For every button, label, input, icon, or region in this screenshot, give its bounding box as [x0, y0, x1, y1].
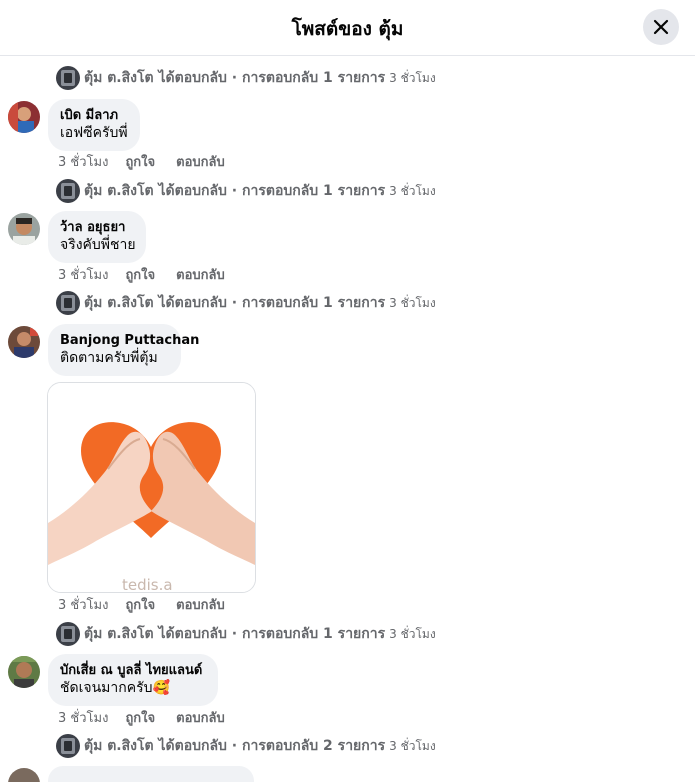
replier-avatar [56, 179, 80, 203]
replier-avatar [56, 734, 80, 758]
comment-text: เอฟซีครับพี่ [60, 125, 128, 141]
reply-summary-text: ตุ้ม ต.สิงโต ได้ตอบกลับ · การตอบกลับ 2 ร… [84, 738, 386, 754]
comment-actions: 3 ชั่วโมง ถูกใจ ตอบกลับ [58, 264, 225, 285]
like-button[interactable]: ถูกใจ [125, 151, 155, 172]
dialog-header: โพสต์ของ ตุ้ม [0, 0, 695, 56]
like-button[interactable]: ถูกใจ [125, 707, 155, 728]
avatar[interactable] [8, 326, 40, 358]
replier-avatar [56, 66, 80, 90]
reply-summary-text: ตุ้ม ต.สิงโต ได้ตอบกลับ · การตอบกลับ 1 ร… [84, 626, 386, 642]
close-button[interactable] [643, 9, 679, 45]
view-replies-link[interactable]: ตุ้ม ต.สิงโต ได้ตอบกลับ · การตอบกลับ 1 ร… [56, 622, 436, 646]
reply-summary-time: 3 ชั่วโมง [389, 738, 436, 753]
comment-time[interactable]: 3 ชั่วโมง [58, 707, 108, 728]
heart-hands-sticker: tedis.a [48, 383, 255, 592]
view-replies-link[interactable]: ตุ้ม ต.สิงโต ได้ตอบกลับ · การตอบกลับ 1 ร… [56, 291, 436, 315]
avatar[interactable] [8, 768, 40, 782]
reply-button[interactable]: ตอบกลับ [176, 594, 225, 615]
close-icon [653, 19, 669, 35]
avatar[interactable] [8, 101, 40, 133]
avatar[interactable] [8, 656, 40, 688]
comment-author[interactable]: เบิด มีลาภ [60, 107, 128, 124]
dialog-title: โพสต์ของ ตุ้ม [291, 18, 404, 40]
comment-author[interactable]: Banjong Puttachan [60, 332, 199, 349]
view-replies-link[interactable]: ตุ้ม ต.สิงโต ได้ตอบกลับ · การตอบกลับ 2 ร… [56, 734, 436, 758]
sticker-attachment[interactable]: tedis.a [47, 382, 256, 593]
reply-summary-text: ตุ้ม ต.สิงโต ได้ตอบกลับ · การตอบกลับ 1 ร… [84, 183, 386, 199]
comment-text: ติดตามครับพี่ตุ้ม [60, 350, 158, 366]
reply-button[interactable]: ตอบกลับ [176, 151, 225, 172]
reply-summary-time: 3 ชั่วโมง [389, 70, 436, 85]
comments-list: ตุ้ม ต.สิงโต ได้ตอบกลับ · การตอบกลับ 1 ร… [0, 57, 695, 782]
view-replies-link[interactable]: ตุ้ม ต.สิงโต ได้ตอบกลับ · การตอบกลับ 1 ร… [56, 179, 436, 203]
comment-actions: 3 ชั่วโมง ถูกใจ ตอบกลับ [58, 707, 225, 728]
comment-time[interactable]: 3 ชั่วโมง [58, 594, 108, 615]
replier-avatar [56, 291, 80, 315]
comment-bubble [48, 766, 254, 782]
comment-bubble: ว้าล อยุธยา จริงคับพี่ชาย [48, 211, 146, 263]
comment-actions: 3 ชั่วโมง ถูกใจ ตอบกลับ [58, 151, 225, 172]
reply-summary-time: 3 ชั่วโมง [389, 183, 436, 198]
replier-avatar [56, 622, 80, 646]
comment-bubble: เบิด มีลาภ เอฟซีครับพี่ [48, 99, 140, 151]
comment-time[interactable]: 3 ชั่วโมง [58, 264, 108, 285]
comment-actions: 3 ชั่วโมง ถูกใจ ตอบกลับ [58, 594, 225, 615]
comment-text: จริงคับพี่ชาย [60, 237, 136, 253]
svg-text:tedis.a: tedis.a [122, 576, 173, 592]
reply-summary-time: 3 ชั่วโมง [389, 626, 436, 641]
comment-text: ชัดเจนมากครับ🥰 [60, 680, 170, 696]
like-button[interactable]: ถูกใจ [125, 594, 155, 615]
comment-bubble: บักเสี่ย ณ บูลลี่ ไทยแลนด์ ชัดเจนมากครับ… [48, 654, 218, 706]
reply-summary-text: ตุ้ม ต.สิงโต ได้ตอบกลับ · การตอบกลับ 1 ร… [84, 70, 386, 86]
comment-bubble: Banjong Puttachan ติดตามครับพี่ตุ้ม [48, 324, 199, 376]
reply-summary-time: 3 ชั่วโมง [389, 295, 436, 310]
comment-time[interactable]: 3 ชั่วโมง [58, 151, 108, 172]
reply-button[interactable]: ตอบกลับ [176, 707, 225, 728]
view-replies-link[interactable]: ตุ้ม ต.สิงโต ได้ตอบกลับ · การตอบกลับ 1 ร… [56, 66, 436, 90]
avatar[interactable] [8, 213, 40, 245]
comment-author[interactable]: ว้าล อยุธยา [60, 219, 134, 236]
like-button[interactable]: ถูกใจ [125, 264, 155, 285]
reply-button[interactable]: ตอบกลับ [176, 264, 225, 285]
comment-author[interactable]: บักเสี่ย ณ บูลลี่ ไทยแลนด์ [60, 662, 206, 679]
reply-summary-text: ตุ้ม ต.สิงโต ได้ตอบกลับ · การตอบกลับ 1 ร… [84, 295, 386, 311]
